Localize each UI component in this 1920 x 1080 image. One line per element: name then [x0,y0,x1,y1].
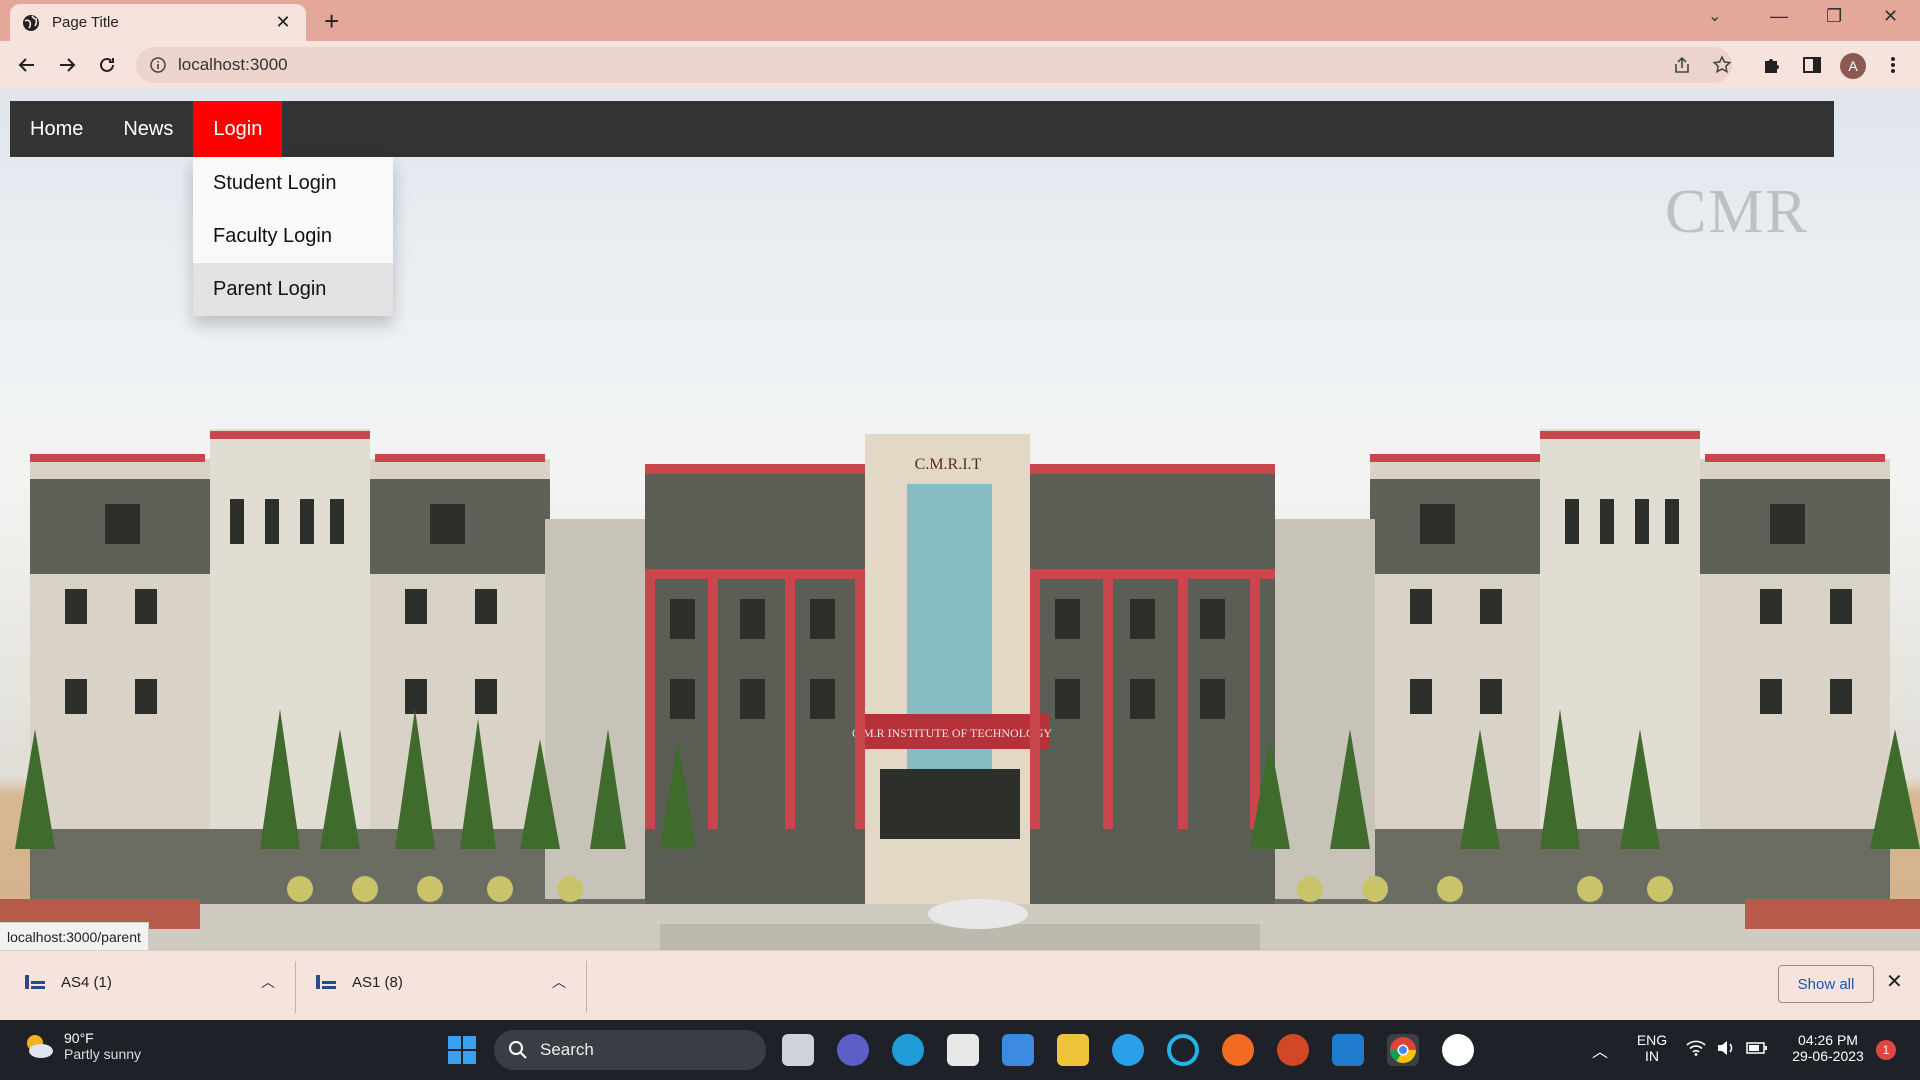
back-button[interactable] [13,51,41,79]
browser-tab-strip: Page Title ✕ + ⌄ — ❐ ✕ [0,0,1920,41]
nav-news[interactable]: News [103,101,193,157]
top-navbar: Home News Login [10,101,1834,157]
clock-date: 29-06-2023 [1792,1048,1864,1064]
side-panel-icon[interactable] [1800,53,1824,77]
mongodb-compass-icon[interactable] [1442,1034,1474,1066]
language-line2: IN [1645,1048,1659,1064]
vscode-icon[interactable] [1332,1034,1364,1066]
share-icon[interactable] [1670,53,1694,77]
download-item[interactable]: AS4 (1) ︿ [25,951,295,1013]
chevron-up-icon[interactable]: ︿ [552,972,566,992]
weather-temp: 90°F [64,1030,94,1046]
powerpoint-icon[interactable] [1277,1034,1309,1066]
nav-home[interactable]: Home [10,101,103,157]
task-view-icon[interactable] [782,1034,814,1066]
downloads-bar: AS4 (1) ︿ AS1 (8) ︿ Show all ✕ [0,950,1920,1020]
address-bar[interactable]: localhost:3000 [136,47,1732,83]
arrow-right-icon [60,58,76,72]
clock-time: 04:26 PM [1798,1032,1858,1048]
divider [295,961,296,1013]
reload-button[interactable] [93,51,121,79]
weather-desc: Partly sunny [64,1046,142,1062]
mysql-workbench-icon[interactable] [1002,1034,1034,1066]
download-name: AS4 (1) [61,973,112,991]
nav-login[interactable]: Login [193,101,283,157]
browser-tab[interactable]: Page Title ✕ [10,4,306,41]
page-viewport: C.M.R INSTITUTE OF TECHNOLOGY C.M.R.I.T [0,89,1920,950]
search-label: Search [540,1040,594,1059]
browser-toolbar: localhost:3000 A [0,41,1920,89]
language-line1: ENG [1636,1032,1668,1048]
restore-button[interactable]: ❐ [1826,6,1842,27]
windows-taskbar: 90°F Partly sunny Search ︿ ENG IN 04:26 … [0,1020,1920,1080]
file-icon [316,975,336,989]
microsoft-store-icon[interactable] [947,1034,979,1066]
chevron-up-icon[interactable]: ︿ [261,972,275,992]
reload-icon [100,57,114,72]
show-hidden-icons-chevron-icon[interactable]: ︿ [1592,1038,1608,1062]
close-window-button[interactable]: ✕ [1883,6,1898,27]
cortana-icon[interactable] [1167,1034,1199,1066]
get-help-icon[interactable] [1112,1034,1144,1066]
more-menu-icon[interactable] [1881,53,1905,77]
volume-icon[interactable] [1716,1040,1736,1059]
minimize-button[interactable]: — [1770,6,1788,27]
login-dropdown-menu: Student Login Faculty Login Parent Login [193,157,393,316]
dropdown-parent-login[interactable]: Parent Login [193,263,393,316]
edge-browser-icon[interactable] [892,1034,924,1066]
taskbar-search[interactable]: Search [494,1030,766,1070]
tab-search-chevron-icon[interactable]: ⌄ [1708,6,1721,26]
bookmark-star-icon[interactable] [1710,53,1734,77]
firefox-icon[interactable] [1222,1034,1254,1066]
partly-sunny-icon [27,1035,53,1058]
tab-title: Page Title [52,14,119,31]
close-downloads-icon[interactable]: ✕ [1886,969,1903,994]
teams-chat-icon[interactable] [837,1034,869,1066]
globe-icon [23,14,39,31]
wifi-icon[interactable] [1686,1040,1706,1059]
show-all-button[interactable]: Show all [1778,965,1874,1003]
battery-icon[interactable] [1746,1041,1768,1058]
chrome-icon[interactable] [1387,1034,1419,1066]
cmr-watermark: CMR [1665,178,1809,246]
building-sign-top: C.M.R.I.T [915,456,982,473]
link-status-bubble: localhost:3000/parent [0,922,149,950]
building-sign-bottom: C.M.R INSTITUTE OF TECHNOLOGY [852,726,1052,740]
weather-widget[interactable]: 90°F Partly sunny [22,1030,141,1062]
download-name: AS1 (8) [352,973,403,991]
dropdown-student-login[interactable]: Student Login [193,157,393,210]
close-tab-icon[interactable]: ✕ [272,12,294,33]
profile-avatar[interactable]: A [1840,53,1866,79]
url-text: localhost:3000 [178,55,288,74]
windows-start-icon[interactable] [446,1034,478,1066]
file-icon [25,975,45,989]
dropdown-faculty-login[interactable]: Faculty Login [193,210,393,263]
language-indicator[interactable]: ENG IN [1634,1032,1670,1064]
notification-badge[interactable]: 1 [1876,1040,1896,1060]
forward-button[interactable] [53,51,81,79]
new-tab-button[interactable]: + [324,8,339,34]
clock[interactable]: 04:26 PM 29-06-2023 [1786,1032,1870,1064]
search-icon [509,1041,527,1059]
file-explorer-icon[interactable] [1057,1034,1089,1066]
download-item[interactable]: AS1 (8) ︿ [316,951,586,1013]
arrow-left-icon [18,58,34,72]
divider [586,961,587,1013]
info-icon[interactable] [150,57,166,73]
extensions-puzzle-icon[interactable] [1760,53,1784,77]
